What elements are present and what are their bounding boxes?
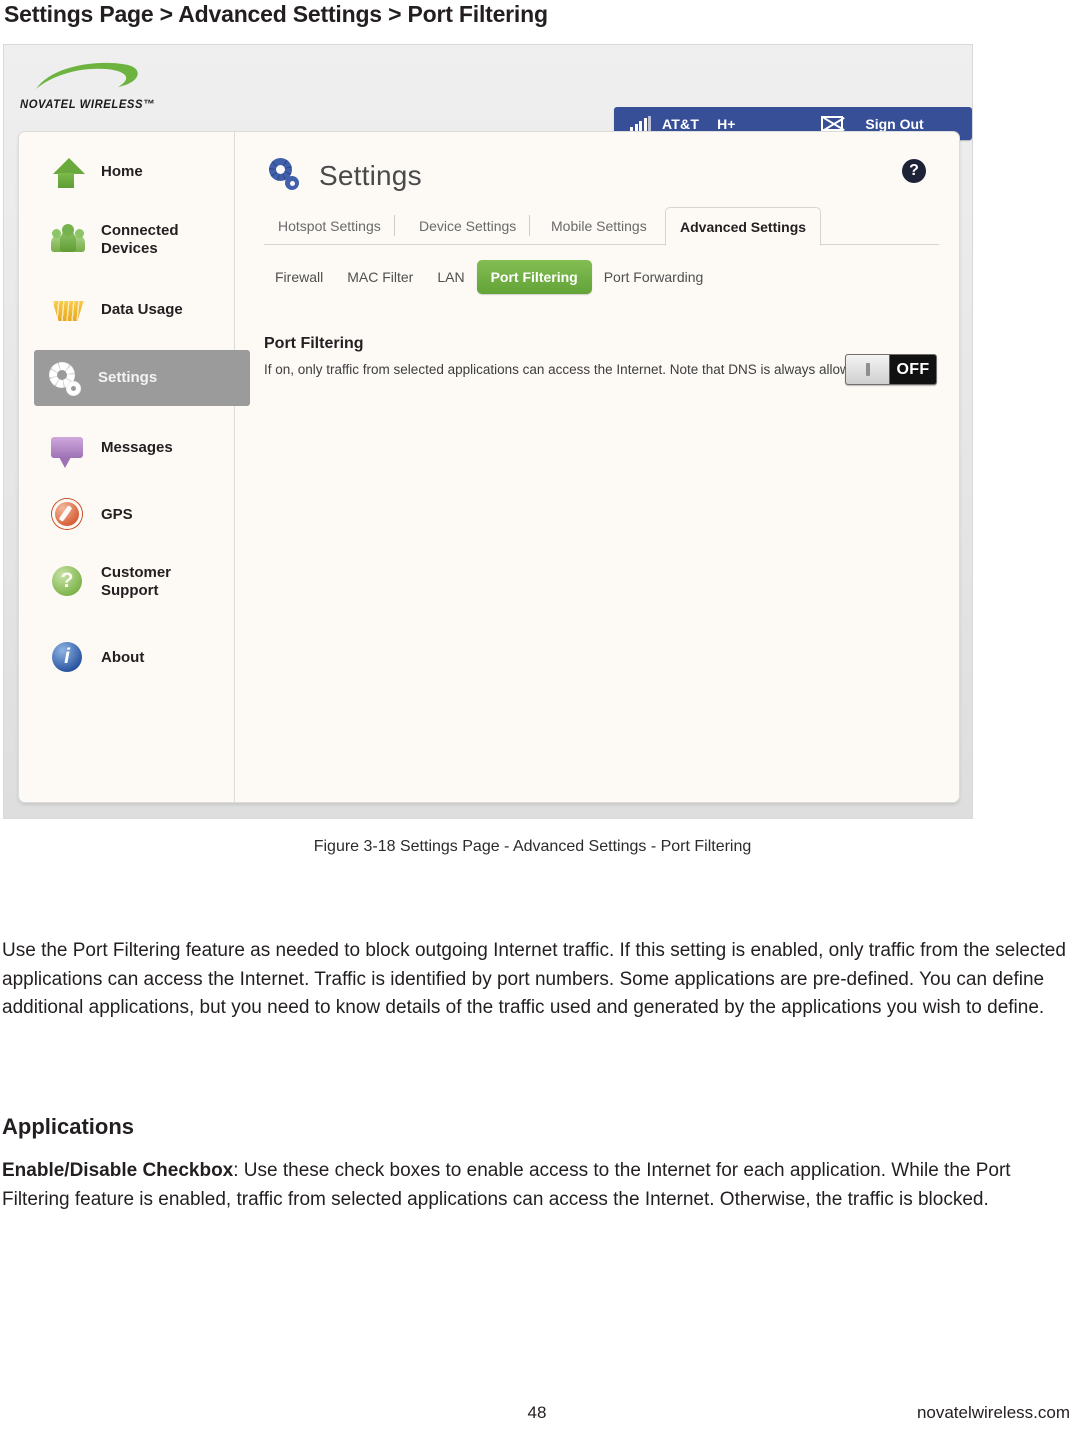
sidebar-item-label: GPS — [101, 506, 133, 524]
toggle-state-label: OFF — [896, 360, 930, 378]
data-usage-icon — [45, 287, 91, 333]
advanced-settings-subtabs: Firewall MAC Filter LAN Port Filtering P… — [263, 259, 715, 295]
footer-page-number: 48 — [527, 1403, 547, 1422]
pane-title: Settings — [319, 160, 422, 191]
tab-device-settings[interactable]: Device Settings — [405, 207, 531, 245]
sidebar-item-label: Home — [101, 163, 143, 181]
term-enable-disable-checkbox: Enable/Disable Checkbox — [2, 1160, 234, 1181]
sidebar-item-label: About — [101, 649, 145, 667]
pane-title-row: Settings — [265, 156, 422, 196]
body-paragraph-2: Enable/Disable Checkbox: Use these check… — [2, 1157, 1068, 1214]
device-header: NOVATEL WIRELESS™ AT&T H+ Sign Out — [4, 45, 972, 140]
tab-hotspot-settings[interactable]: Hotspot Settings — [264, 207, 395, 245]
carrier-label: AT&T — [662, 115, 700, 132]
footer-website: novatelwireless.com — [916, 1403, 1070, 1422]
toggle-handle[interactable] — [846, 355, 890, 384]
subtab-lan[interactable]: LAN — [425, 262, 476, 292]
gear-icon — [265, 156, 305, 196]
device-content-card: Home Connected Devices Data Usage Settin… — [18, 131, 960, 803]
subtab-mac-filter[interactable]: MAC Filter — [335, 262, 425, 292]
sidebar-item-about[interactable]: About — [37, 632, 235, 684]
settings-tabs: Hotspot Settings Device Settings Mobile … — [264, 207, 939, 246]
connected-devices-icon — [45, 217, 91, 263]
info-circle-icon — [45, 635, 91, 681]
battery-empty-icon — [821, 116, 844, 131]
section-title: Port Filtering — [264, 335, 364, 352]
page-title: Settings Page > Advanced Settings > Port… — [4, 1, 548, 27]
sidebar-item-label: Connected Devices — [101, 222, 179, 257]
sidebar-item-home[interactable]: Home — [37, 146, 235, 198]
sidebar-item-connected-devices[interactable]: Connected Devices — [37, 214, 235, 266]
document-page: Settings Page > Advanced Settings > Port… — [0, 0, 1074, 1429]
home-icon — [45, 149, 91, 195]
settings-content-pane: Settings ? Hotspot Settings Device Setti… — [235, 132, 959, 802]
question-circle-icon — [45, 559, 91, 605]
sidebar-item-label: Customer Support — [101, 564, 172, 599]
sidebar-item-label: Settings — [98, 369, 158, 387]
section-description: If on, only traffic from selected applic… — [264, 362, 869, 377]
swoosh-icon — [36, 62, 138, 89]
compass-icon — [45, 492, 91, 538]
sidebar-item-messages[interactable]: Messages — [37, 422, 235, 474]
device-ui-screenshot: NOVATEL WIRELESS™ AT&T H+ Sign Out Home … — [3, 44, 973, 819]
logo-wordmark: NOVATEL WIRELESS™ — [20, 97, 155, 111]
subtab-firewall[interactable]: Firewall — [263, 262, 335, 292]
section-heading-applications: Applications — [2, 1114, 135, 1139]
subtab-port-filtering[interactable]: Port Filtering — [476, 260, 592, 294]
sidebar-item-customer-support[interactable]: Customer Support — [37, 556, 235, 608]
sidebar-item-label: Data Usage — [101, 301, 183, 319]
sidebar-item-gps[interactable]: GPS — [37, 489, 235, 541]
gear-icon — [42, 355, 88, 401]
help-question-icon[interactable]: ? — [902, 159, 926, 183]
sidebar-item-data-usage[interactable]: Data Usage — [37, 284, 235, 336]
port-filtering-toggle[interactable]: OFF — [845, 354, 937, 385]
tab-advanced-settings[interactable]: Advanced Settings — [665, 207, 822, 246]
sidebar-item-label: Messages — [101, 439, 173, 457]
sidebar-navigation: Home Connected Devices Data Usage Settin… — [19, 132, 250, 802]
message-bubble-icon — [45, 425, 91, 471]
figure-caption: Figure 3-18 Settings Page - Advanced Set… — [313, 838, 752, 855]
body-paragraph-1: Use the Port Filtering feature as needed… — [2, 940, 1066, 1018]
novatel-wireless-logo: NOVATEL WIRELESS™ — [16, 57, 166, 117]
sidebar-item-settings[interactable]: Settings — [34, 350, 250, 406]
tab-mobile-settings[interactable]: Mobile Settings — [537, 207, 661, 245]
subtab-port-forwarding[interactable]: Port Forwarding — [592, 262, 716, 292]
sign-out-button[interactable]: Sign Out — [865, 116, 923, 132]
network-type-label: H+ — [717, 115, 736, 132]
signal-bars-icon — [630, 116, 651, 131]
